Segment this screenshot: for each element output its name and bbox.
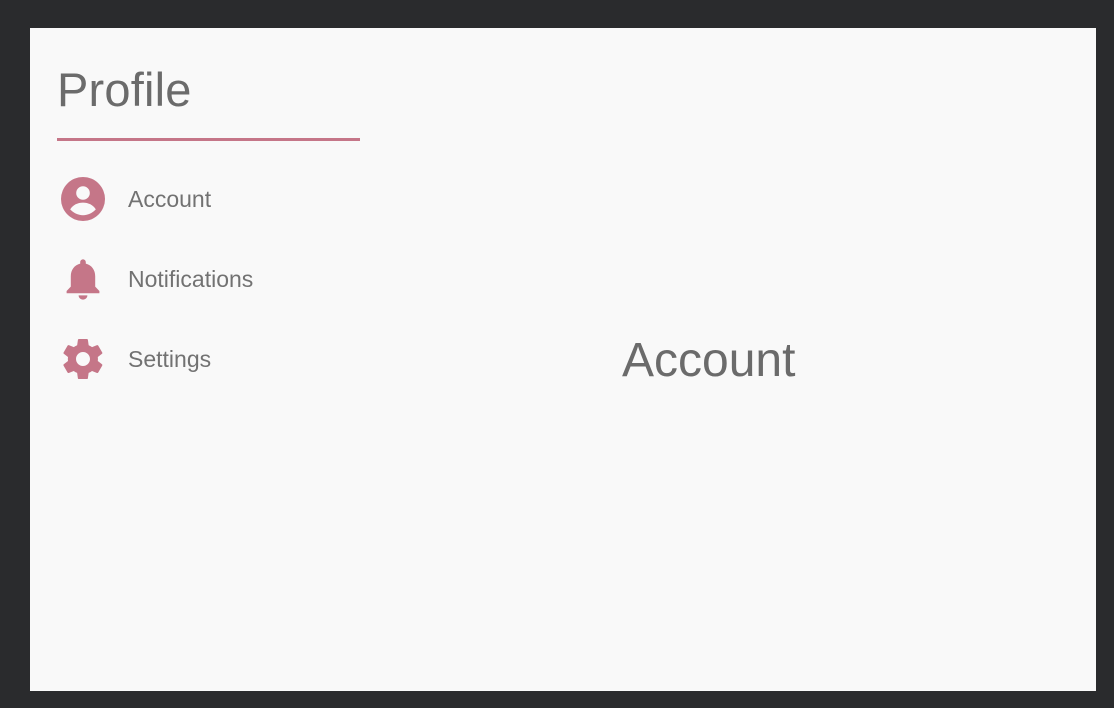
sidebar-item-settings[interactable]: Settings — [57, 319, 360, 399]
sidebar-item-label: Notifications — [128, 265, 254, 292]
sidebar-item-account[interactable]: Account — [57, 159, 360, 239]
title-underline — [57, 138, 360, 141]
sidebar: Profile Account Notifications Settings — [57, 28, 360, 379]
sidebar-title: Profile — [57, 63, 192, 116]
account-circle-icon — [59, 175, 107, 223]
page-title: Account — [622, 334, 796, 387]
sidebar-item-label: Settings — [128, 345, 212, 372]
sidebar-item-label: Account — [128, 185, 212, 212]
sidebar-item-notifications[interactable]: Notifications — [57, 239, 360, 319]
app-window: Profile Account Notifications Settings A… — [30, 28, 1096, 691]
sidebar-nav: Account Notifications Settings — [57, 159, 360, 399]
bell-icon — [59, 255, 107, 303]
gear-icon — [59, 335, 107, 383]
